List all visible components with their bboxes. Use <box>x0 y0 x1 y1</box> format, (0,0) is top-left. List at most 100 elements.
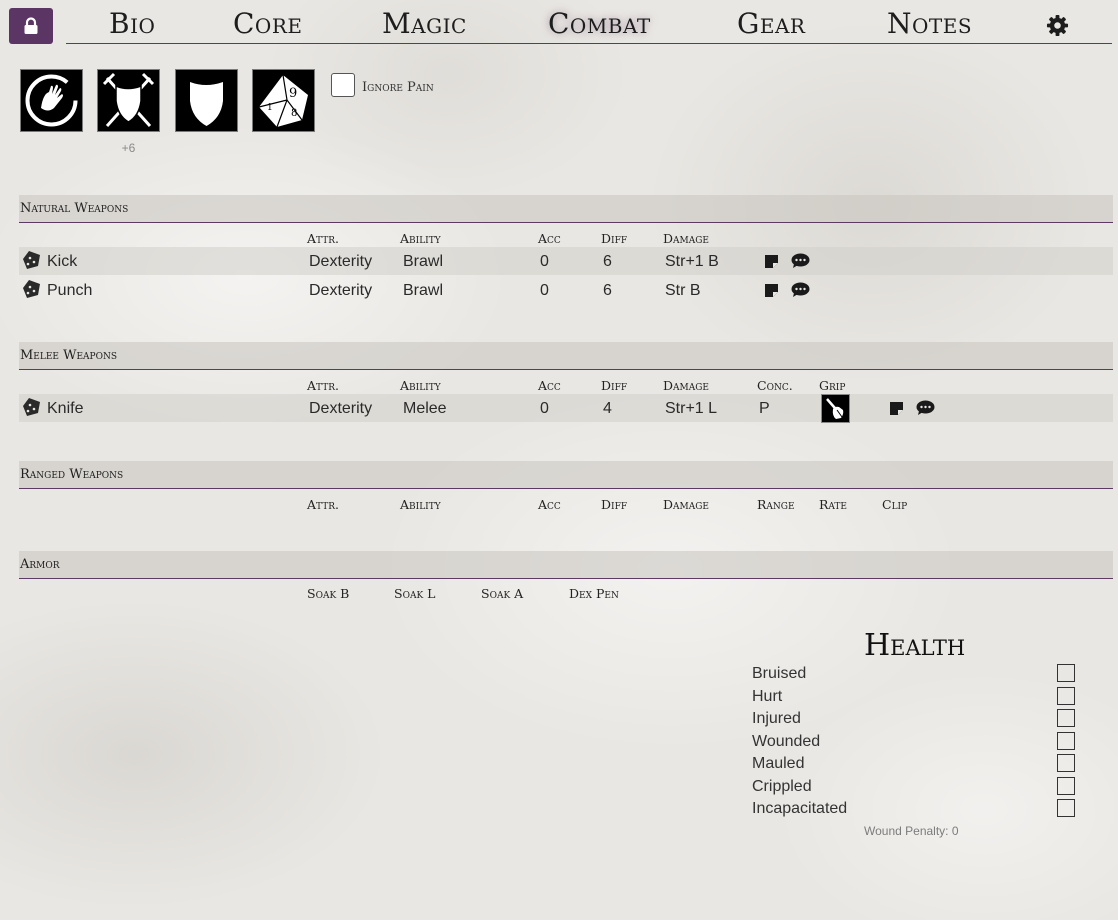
weapon-damage: Str+1 L <box>665 400 718 417</box>
table-row <box>19 394 1113 422</box>
col-ability: Ability <box>400 497 441 512</box>
weapon-ability: Brawl <box>403 253 444 270</box>
health-level-incapacitated: Incapacitated <box>752 800 848 817</box>
svg-text:9: 9 <box>289 86 297 101</box>
wound-penalty: Wound Penalty: 0 <box>864 824 959 838</box>
chat-icon[interactable] <box>916 400 935 416</box>
tab-core[interactable]: Core <box>233 6 302 42</box>
health-level-crippled: Crippled <box>752 778 812 795</box>
note-icon[interactable] <box>764 254 779 269</box>
col-acc: Acc <box>538 231 561 246</box>
tab-notes[interactable]: Notes <box>887 6 972 42</box>
note-icon[interactable] <box>889 401 904 416</box>
col-acc: Acc <box>538 497 561 512</box>
col-diff: Diff <box>601 231 628 246</box>
col-rate: Rate <box>819 497 847 512</box>
col-clip: Clip <box>882 497 908 512</box>
col-diff: Diff <box>601 497 628 512</box>
health-level-injured: Injured <box>752 710 801 727</box>
section-title: Armor <box>20 557 60 572</box>
dice-roll-icon[interactable] <box>21 250 43 270</box>
weapon-name[interactable]: Kick <box>47 253 77 271</box>
col-conc: Conc. <box>757 378 793 393</box>
chat-icon[interactable] <box>791 253 810 269</box>
note-icon[interactable] <box>764 283 779 298</box>
weapon-damage: Str+1 B <box>665 253 719 270</box>
weapon-attr: Dexterity <box>309 282 373 299</box>
weapon-diff: 6 <box>603 282 612 299</box>
weapon-name[interactable]: Knife <box>47 400 83 418</box>
lock-icon <box>24 17 38 34</box>
ranged-weapons-header: Ranged Weapons <box>19 461 1113 489</box>
dice-roll-icon[interactable] <box>21 279 43 299</box>
col-acc: Acc <box>538 378 561 393</box>
weapon-diff: 6 <box>603 253 612 270</box>
ignore-pain-label: Ignore Pain <box>362 80 434 95</box>
col-ability: Ability <box>400 378 441 393</box>
col-soak-l: Soak L <box>394 586 436 601</box>
health-level-wounded: Wounded <box>752 733 821 750</box>
col-damage: Damage <box>663 231 709 246</box>
dice-roll-icon[interactable] <box>21 397 43 417</box>
weapon-attr: Dexterity <box>309 253 373 270</box>
health-checkbox-injured[interactable] <box>1057 709 1075 727</box>
col-grip: Grip <box>819 378 846 393</box>
gear-icon[interactable] <box>1046 14 1069 37</box>
health-checkbox-crippled[interactable] <box>1057 777 1075 795</box>
health-checkbox-wounded[interactable] <box>1057 732 1075 750</box>
health-checkbox-mauled[interactable] <box>1057 754 1075 772</box>
health-checkbox-incapacitated[interactable] <box>1057 799 1075 817</box>
melee-weapons-header: Melee Weapons <box>19 342 1113 370</box>
weapon-ability: Brawl <box>403 282 444 299</box>
col-diff: Diff <box>601 378 628 393</box>
armor-header: Armor <box>19 551 1113 579</box>
weapon-attr: Dexterity <box>309 400 373 417</box>
health-checkbox-bruised[interactable] <box>1057 664 1075 682</box>
weapon-acc: 0 <box>540 282 549 299</box>
combat-bonus: +6 <box>121 141 136 155</box>
tab-bio[interactable]: Bio <box>109 6 155 42</box>
col-soak-b: Soak B <box>307 586 350 601</box>
col-range: Range <box>757 497 795 512</box>
shield-icon[interactable] <box>175 69 238 132</box>
weapon-conc: P <box>759 400 770 417</box>
weapon-damage: Str B <box>665 282 701 299</box>
col-attr: Attr. <box>307 231 339 246</box>
health-checkbox-hurt[interactable] <box>1057 687 1075 705</box>
chat-icon[interactable] <box>791 282 810 298</box>
section-title: Melee Weapons <box>20 348 118 363</box>
weapon-acc: 0 <box>540 253 549 270</box>
table-row <box>19 247 1113 275</box>
health-level-hurt: Hurt <box>752 688 783 705</box>
col-attr: Attr. <box>307 378 339 393</box>
weapon-diff: 4 <box>603 400 612 417</box>
health-level-mauled: Mauled <box>752 755 805 772</box>
one-hand-grip-icon[interactable] <box>821 394 850 423</box>
section-title: Natural Weapons <box>20 201 129 216</box>
col-damage: Damage <box>663 378 709 393</box>
svg-text:8: 8 <box>291 108 297 119</box>
col-damage: Damage <box>663 497 709 512</box>
ignore-pain-checkbox[interactable] <box>331 73 355 97</box>
nav-underline <box>66 43 1112 44</box>
section-title: Ranged Weapons <box>20 467 124 482</box>
svg-text:1: 1 <box>267 103 273 113</box>
tab-gear[interactable]: Gear <box>737 6 805 42</box>
col-soak-a: Soak A <box>481 586 524 601</box>
lock-button[interactable] <box>9 8 53 44</box>
d10-dice-icon[interactable]: 9 1 8 <box>252 69 315 132</box>
hand-circle-icon[interactable] <box>20 69 83 132</box>
weapon-name[interactable]: Punch <box>47 282 92 300</box>
top-nav: Bio Core Magic Combat Gear Notes <box>0 0 1118 46</box>
health-title: Health <box>864 628 966 663</box>
natural-weapons-header: Natural Weapons <box>19 195 1113 223</box>
col-attr: Attr. <box>307 497 339 512</box>
col-dex-pen: Dex Pen <box>569 586 619 601</box>
col-ability: Ability <box>400 231 441 246</box>
tab-magic[interactable]: Magic <box>382 6 467 42</box>
tab-combat[interactable]: Combat <box>548 6 651 42</box>
table-row <box>19 276 1113 304</box>
crossed-swords-shield-icon[interactable] <box>97 69 160 132</box>
weapon-acc: 0 <box>540 400 549 417</box>
health-level-bruised: Bruised <box>752 665 807 682</box>
